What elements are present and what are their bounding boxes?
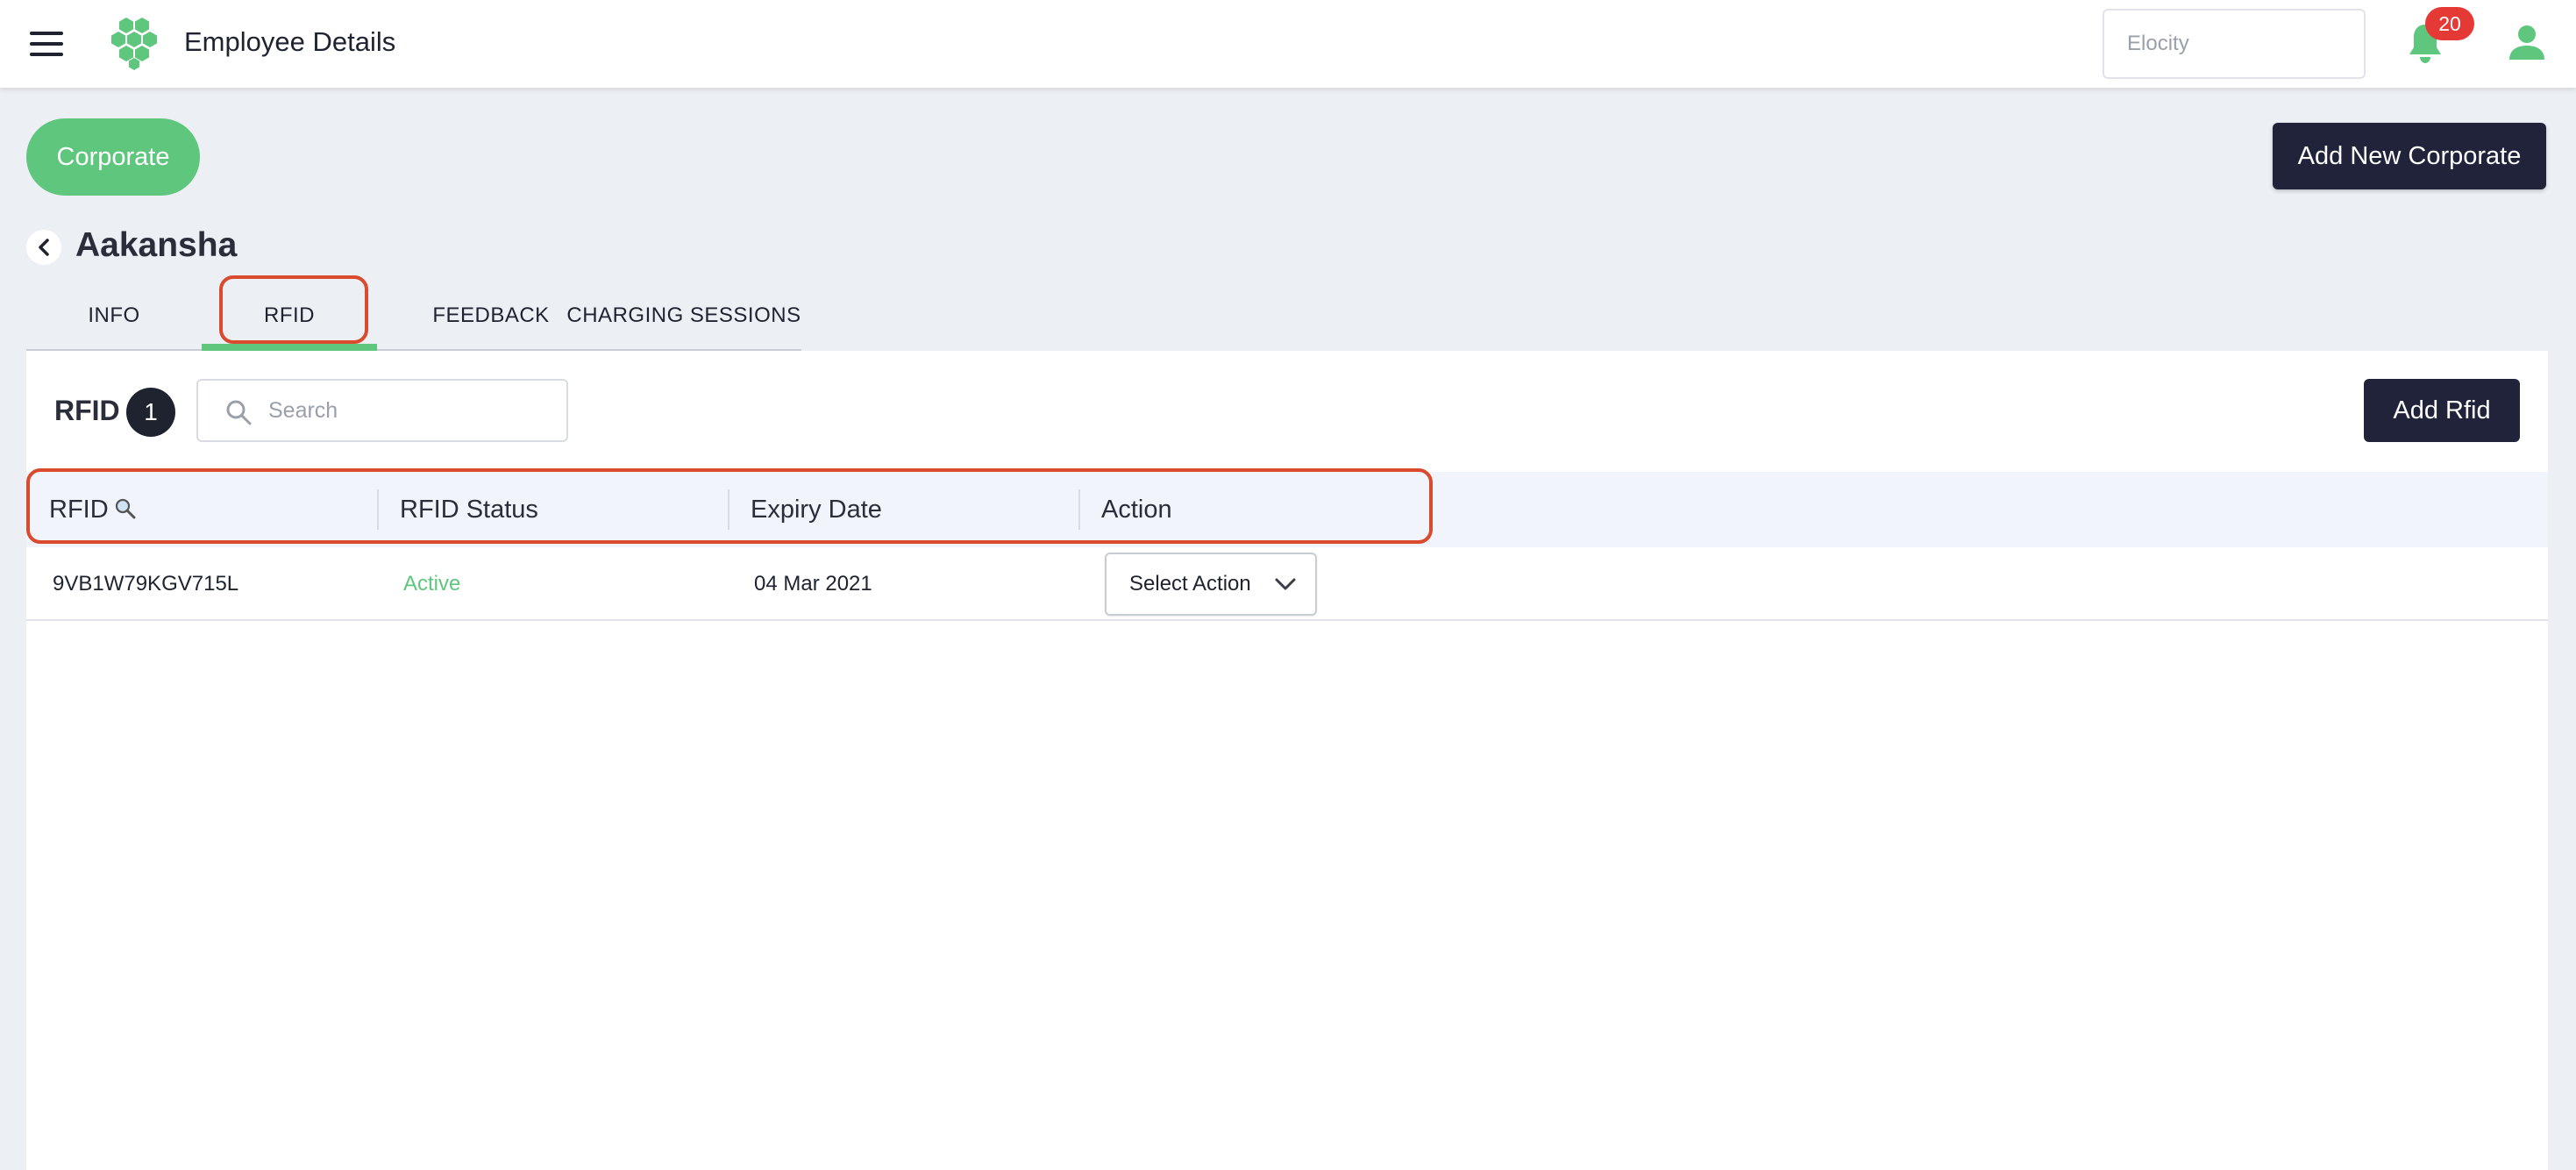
hexagon-logo-icon bbox=[111, 18, 157, 70]
search-box bbox=[196, 379, 568, 442]
status-cell: Active bbox=[403, 572, 461, 596]
top-bar: Employee Details 20 bbox=[0, 0, 2576, 88]
menu-icon[interactable] bbox=[30, 32, 63, 56]
tab-charging-sessions[interactable]: CHARGING SESSIONS bbox=[558, 281, 810, 351]
rfid-panel: RFID 1 Add Rfid RFID RFID Status Expiry … bbox=[26, 351, 2548, 1170]
search-icon bbox=[226, 400, 252, 425]
back-button[interactable] bbox=[26, 230, 61, 265]
table-header: RFID RFID Status Expiry Date Action bbox=[26, 472, 2548, 547]
column-header-rfid[interactable]: RFID bbox=[49, 472, 137, 547]
user-profile-icon[interactable] bbox=[2508, 23, 2546, 61]
active-tab-indicator bbox=[202, 344, 377, 351]
tab-rfid[interactable]: RFID bbox=[202, 281, 377, 351]
notification-count-badge: 20 bbox=[2425, 7, 2474, 40]
column-header-action: Action bbox=[1101, 496, 1172, 524]
chevron-left-icon bbox=[39, 239, 49, 256]
column-divider bbox=[728, 489, 729, 530]
corporate-button[interactable]: Corporate bbox=[26, 118, 200, 196]
add-rfid-button[interactable]: Add Rfid bbox=[2364, 379, 2520, 442]
chevron-down-icon bbox=[1275, 578, 1296, 590]
employee-name: Aakansha bbox=[75, 226, 238, 264]
tab-info[interactable]: INFO bbox=[53, 281, 175, 351]
column-header-rfid-status: RFID Status bbox=[400, 496, 538, 524]
rfid-cell: 9VB1W79KGV715L bbox=[53, 572, 239, 596]
search-input[interactable] bbox=[268, 381, 549, 440]
column-search-icon[interactable] bbox=[114, 497, 137, 520]
add-new-corporate-button[interactable]: Add New Corporate bbox=[2273, 123, 2546, 189]
rfid-count-badge: 1 bbox=[126, 388, 175, 437]
section-title: RFID bbox=[54, 395, 120, 426]
location-selector-field[interactable] bbox=[2103, 9, 2366, 79]
column-header-rfid-label: RFID bbox=[49, 496, 109, 524]
expiry-date-cell: 04 Mar 2021 bbox=[754, 572, 872, 596]
column-divider bbox=[377, 489, 379, 530]
table-row: 9VB1W79KGV715L Active 04 Mar 2021 Select… bbox=[26, 547, 2548, 621]
select-action-dropdown[interactable]: Select Action bbox=[1105, 553, 1317, 616]
page-title: Employee Details bbox=[184, 26, 396, 57]
select-action-label: Select Action bbox=[1129, 572, 1251, 596]
tab-bar: INFO RFID FEEDBACK CHARGING SESSIONS bbox=[26, 275, 801, 351]
column-divider bbox=[1078, 489, 1080, 530]
column-header-expiry-date: Expiry Date bbox=[751, 496, 882, 524]
